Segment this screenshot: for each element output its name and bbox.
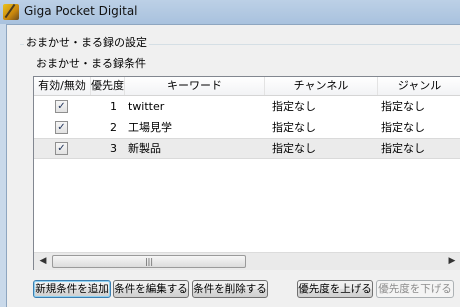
genre-cell: 指定なし xyxy=(381,100,425,113)
add-condition-button[interactable]: 新規条件を追加 xyxy=(33,280,111,298)
list-label: おまかせ・まる録条件 xyxy=(36,57,146,70)
priority-cell: 2 xyxy=(110,121,117,134)
enabled-checkbox[interactable]: ✓ xyxy=(55,100,68,113)
keyword-cell: 新製品 xyxy=(128,142,161,155)
column-header-enabled[interactable]: 有効/無効 xyxy=(34,77,91,95)
raise-priority-button[interactable]: 優先度を上げる xyxy=(297,280,373,298)
delete-condition-button[interactable]: 条件を削除する xyxy=(192,280,268,298)
priority-cell: 3 xyxy=(110,142,117,155)
column-header-genre[interactable]: ジャンル xyxy=(378,77,460,95)
enabled-checkbox[interactable]: ✓ xyxy=(55,142,68,155)
list-row-selected[interactable]: ✓ 3 新製品 指定なし 指定なし xyxy=(34,138,460,159)
scroll-left-icon[interactable]: ◀ xyxy=(35,254,51,269)
edit-condition-button[interactable]: 条件を編集する xyxy=(113,280,189,298)
scroll-right-icon[interactable]: ▶ xyxy=(444,254,460,269)
list-row[interactable]: ✓ 2 工場見学 指定なし 指定なし xyxy=(34,117,460,138)
channel-cell: 指定なし xyxy=(272,142,316,155)
scrollbar-thumb[interactable]: ||| xyxy=(52,255,246,268)
priority-cell: 1 xyxy=(110,100,117,113)
horizontal-scrollbar[interactable]: ◀ ||| ▶ xyxy=(34,252,460,270)
genre-cell: 指定なし xyxy=(381,121,425,134)
genre-cell: 指定なし xyxy=(381,142,425,155)
column-header-channel[interactable]: チャンネル xyxy=(265,77,378,95)
channel-cell: 指定なし xyxy=(272,121,316,134)
column-header-priority[interactable]: 優先度 xyxy=(91,77,125,95)
list-header: 有効/無効 優先度 キーワード チャンネル ジャンル xyxy=(34,77,460,96)
conditions-list[interactable]: 有効/無効 優先度 キーワード チャンネル ジャンル ✓ 1 twitter 指… xyxy=(33,76,460,270)
channel-cell: 指定なし xyxy=(272,100,316,113)
list-row[interactable]: ✓ 1 twitter 指定なし 指定なし xyxy=(34,96,460,117)
lower-priority-button[interactable]: 優先度を下げる xyxy=(376,280,454,298)
title-bar: Giga Pocket Digital xyxy=(0,0,460,24)
group-title: おまかせ・まる録の設定 xyxy=(24,34,149,50)
app-icon xyxy=(3,4,19,20)
enabled-checkbox[interactable]: ✓ xyxy=(55,121,68,134)
keyword-cell: twitter xyxy=(128,100,165,113)
window-title: Giga Pocket Digital xyxy=(24,4,138,18)
column-header-keyword[interactable]: キーワード xyxy=(125,77,265,95)
keyword-cell: 工場見学 xyxy=(128,121,172,134)
